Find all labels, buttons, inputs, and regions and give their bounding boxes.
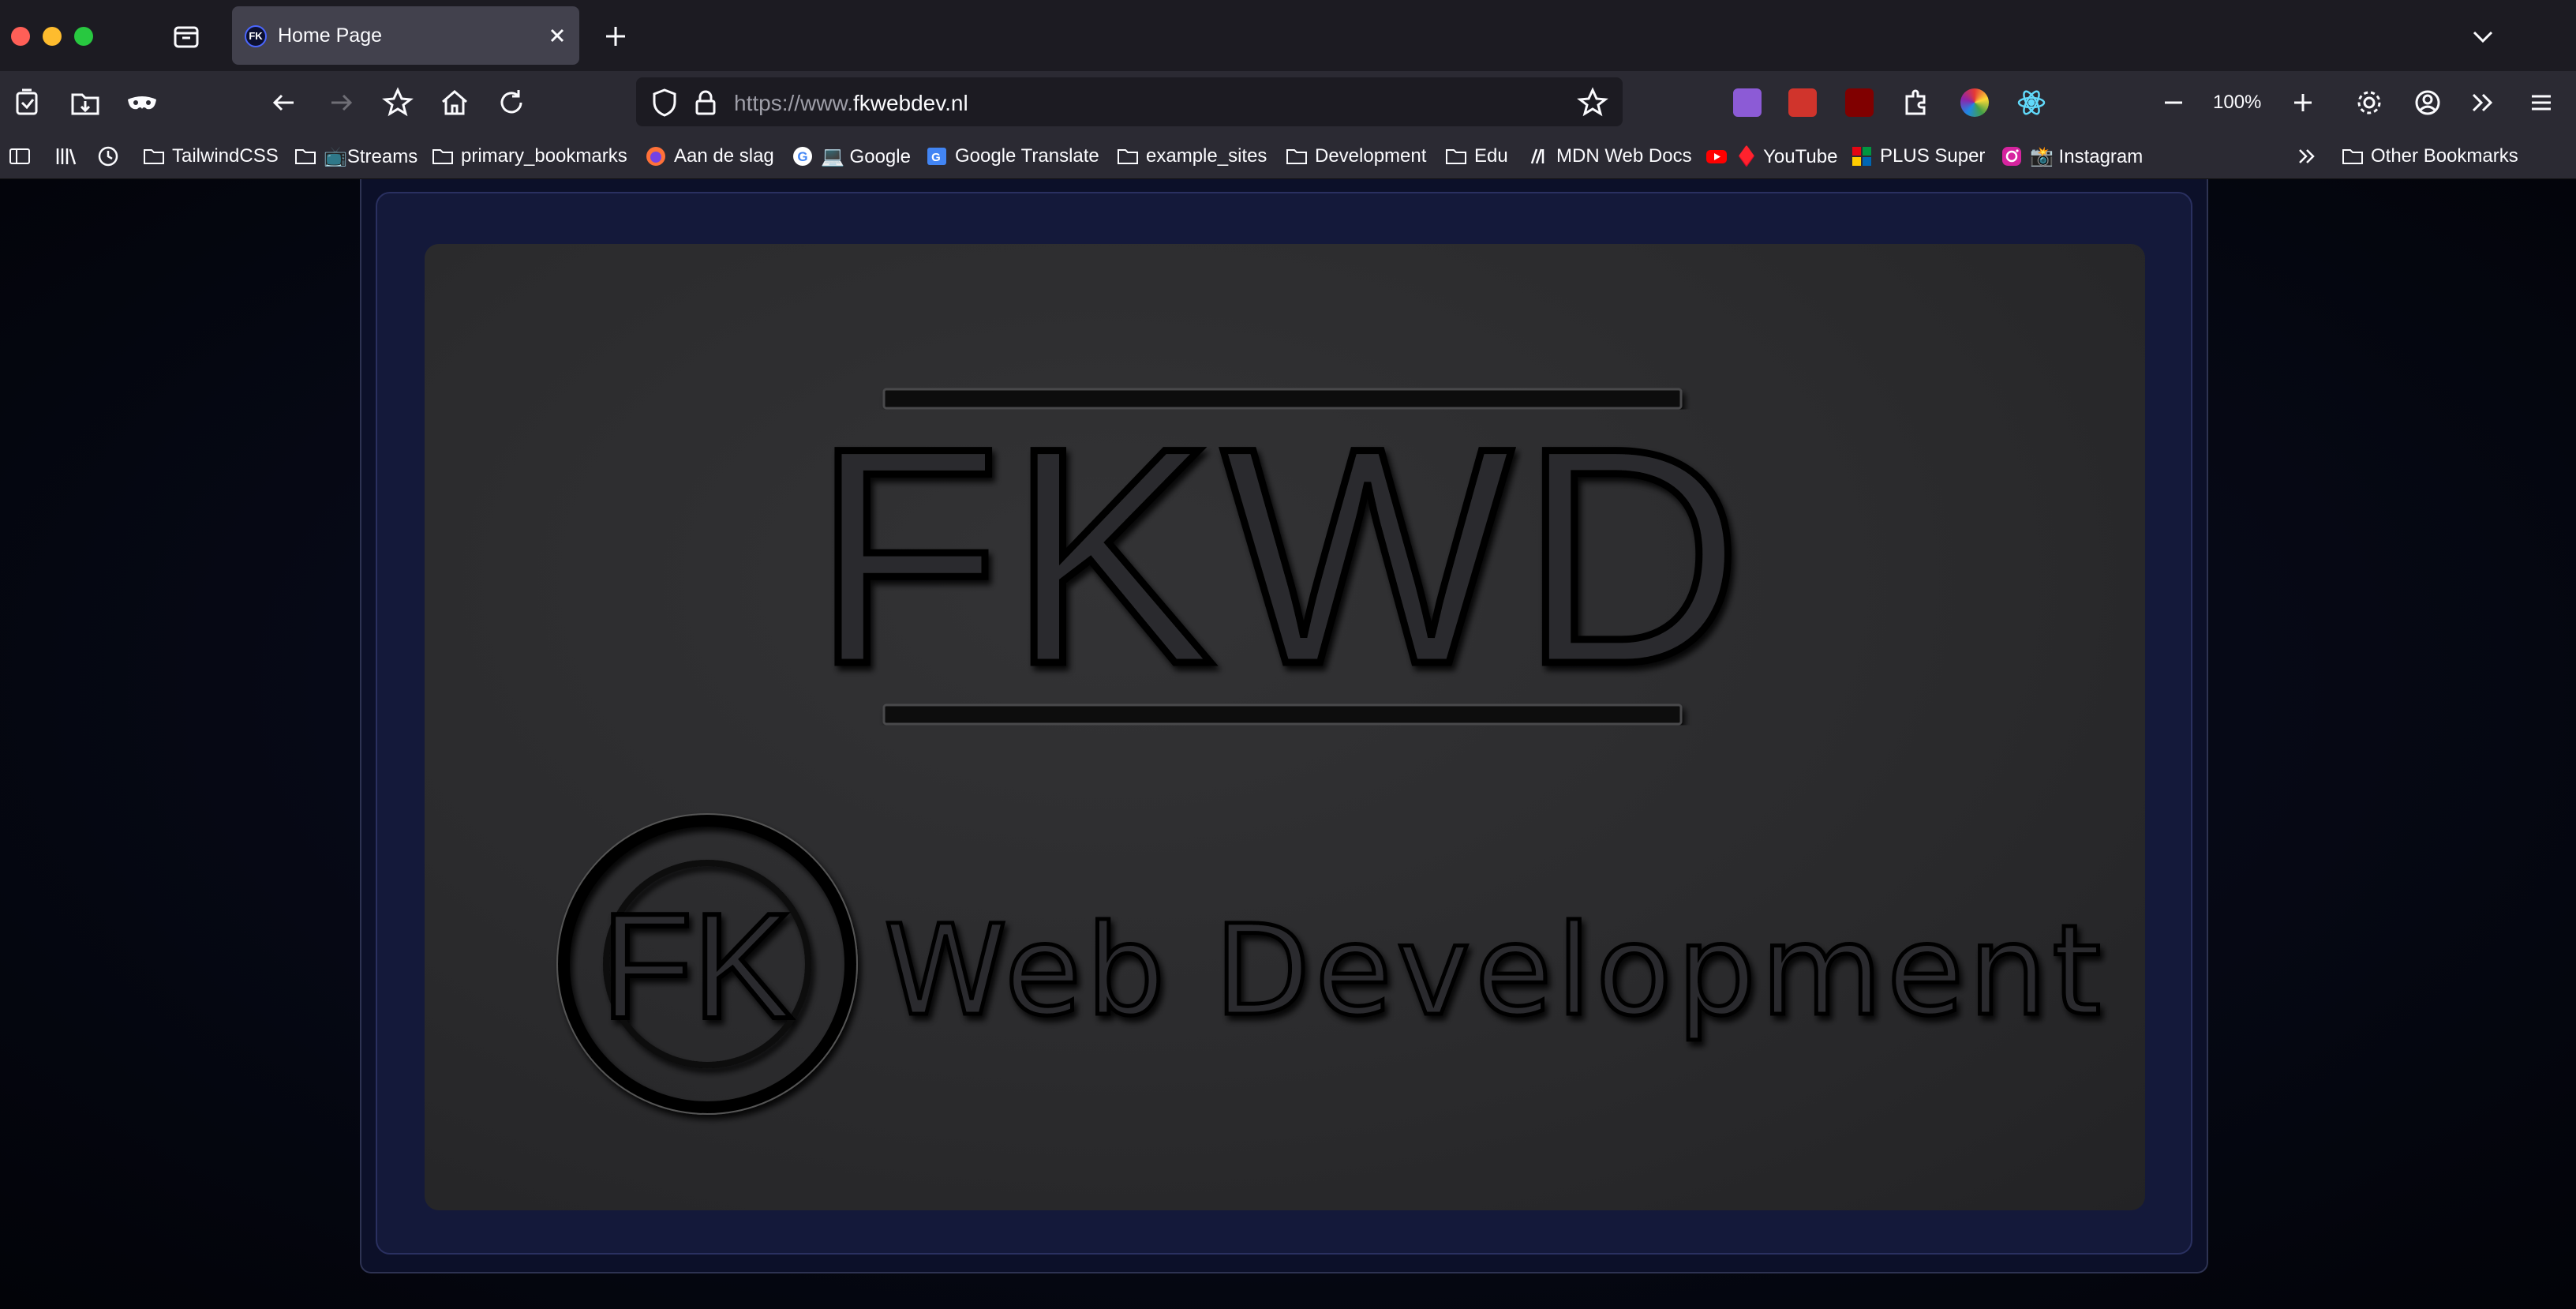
bookmark-item[interactable]: Edu bbox=[1444, 142, 1508, 171]
bottom-rule bbox=[882, 703, 1683, 726]
plus-icon bbox=[1850, 144, 1874, 168]
bookmark-item[interactable]: 📸 Instagram bbox=[2000, 142, 2143, 171]
tab-close-icon[interactable] bbox=[543, 21, 571, 50]
account-avatar-icon[interactable] bbox=[2410, 85, 2445, 120]
bookmark-item[interactable]: TailwindCSS bbox=[142, 142, 279, 171]
brand-logo: FKWD FK Web Development bbox=[556, 381, 2106, 1115]
other-bookmarks[interactable]: Other Bookmarks bbox=[2341, 142, 2518, 171]
translate-icon: G bbox=[925, 144, 949, 168]
tab-strip: FK Home Page bbox=[0, 0, 2576, 72]
extension-purple-icon[interactable] bbox=[1733, 88, 1762, 117]
emblem-text: FK bbox=[601, 883, 793, 1050]
window-minimize-button[interactable] bbox=[43, 27, 62, 46]
firefox-view-icon[interactable] bbox=[170, 21, 202, 52]
zoom-level[interactable]: 100% bbox=[2213, 92, 2261, 114]
color-picker-extension-icon[interactable] bbox=[1960, 88, 1989, 117]
zoom-out-minus-icon[interactable] bbox=[2156, 85, 2191, 120]
bookmark-manager-icon[interactable] bbox=[380, 85, 415, 120]
svg-text:G: G bbox=[931, 151, 941, 164]
url-bar[interactable]: https://www.fkwebdev.nl bbox=[636, 77, 1623, 126]
new-tab-plus-icon[interactable] bbox=[600, 21, 631, 52]
bookmark-item[interactable]: example_sites bbox=[1116, 142, 1267, 171]
lock-icon[interactable] bbox=[688, 85, 723, 120]
home-icon[interactable] bbox=[437, 85, 472, 120]
youtube-icon bbox=[1705, 144, 1728, 168]
window-maximize-button[interactable] bbox=[74, 27, 93, 46]
back-arrow-icon[interactable] bbox=[267, 85, 301, 120]
bookmark-star-icon[interactable] bbox=[1575, 85, 1610, 120]
bookmark-item[interactable]: PLUS Super bbox=[1850, 142, 1985, 171]
firefox-icon bbox=[644, 144, 668, 168]
list-all-tabs-chevron-icon[interactable] bbox=[2467, 21, 2499, 52]
svg-text:G: G bbox=[797, 149, 807, 164]
bookmark-item[interactable]: Development bbox=[1285, 142, 1426, 171]
page-viewport: FKWD FK Web Development bbox=[0, 179, 2576, 1309]
bookmark-item[interactable]: G 💻 Google bbox=[791, 142, 911, 171]
sidebar-toggle-icon[interactable] bbox=[8, 142, 38, 171]
hero-frame: FKWD FK Web Development bbox=[360, 179, 2208, 1273]
folder-icon bbox=[1285, 144, 1309, 168]
bookmark-item[interactable]: ♦️ YouTube bbox=[1705, 142, 1837, 171]
url-text[interactable]: https://www.fkwebdev.nl bbox=[734, 91, 968, 116]
navigation-toolbar: https://www.fkwebdev.nl 100% bbox=[0, 71, 2576, 134]
tagline: Web Development bbox=[884, 898, 2106, 1044]
fk-emblem-icon: FK bbox=[556, 813, 858, 1115]
more-bookmarks-chevron-icon[interactable] bbox=[2295, 142, 2325, 171]
tab-title: Home Page bbox=[278, 24, 383, 47]
library-icon[interactable] bbox=[54, 142, 84, 171]
extension-lastpass-icon[interactable] bbox=[1788, 88, 1817, 117]
bookmark-item[interactable]: G Google Translate bbox=[925, 142, 1099, 171]
forward-arrow-icon[interactable] bbox=[324, 85, 358, 120]
tab-home-page[interactable]: FK Home Page bbox=[232, 6, 579, 65]
folder-icon bbox=[1444, 144, 1468, 168]
site-favicon-icon: FK bbox=[245, 25, 267, 47]
save-to-pocket-icon[interactable] bbox=[68, 85, 103, 120]
bookmark-item[interactable]: MDN Web Docs bbox=[1526, 142, 1692, 171]
more-tools-chevron-icon[interactable] bbox=[2466, 85, 2500, 120]
hero-inner-frame: FKWD FK Web Development bbox=[376, 192, 2192, 1255]
folder-icon bbox=[294, 144, 317, 168]
folder-icon bbox=[142, 144, 166, 168]
clipboard-icon[interactable] bbox=[11, 85, 46, 120]
folder-icon bbox=[1116, 144, 1140, 168]
zoom-in-plus-icon[interactable] bbox=[2286, 85, 2320, 120]
bookmark-item[interactable]: 📺Streams bbox=[294, 142, 417, 171]
folder-icon bbox=[431, 144, 455, 168]
hamburger-menu-icon[interactable] bbox=[2524, 85, 2559, 120]
instagram-icon bbox=[2000, 144, 2024, 168]
bookmark-item[interactable]: primary_bookmarks bbox=[431, 142, 627, 171]
react-devtools-icon[interactable] bbox=[2014, 85, 2049, 120]
ublock-origin-icon[interactable] bbox=[1845, 88, 1874, 117]
extensions-puzzle-icon[interactable] bbox=[1899, 85, 1934, 120]
tracking-protection-shield-icon[interactable] bbox=[647, 85, 682, 120]
folder-icon bbox=[2341, 144, 2364, 168]
settings-gear-icon[interactable] bbox=[2352, 85, 2387, 120]
private-mask-icon[interactable] bbox=[125, 85, 159, 120]
bookmarks-toolbar: TailwindCSS 📺Streams primary_bookmarks A… bbox=[0, 134, 2576, 179]
reload-icon[interactable] bbox=[494, 85, 529, 120]
history-clock-icon[interactable] bbox=[96, 142, 126, 171]
google-icon: G bbox=[791, 144, 814, 168]
bookmark-item[interactable]: Aan de slag bbox=[644, 142, 774, 171]
window-close-button[interactable] bbox=[11, 27, 30, 46]
logo-title: FKWD bbox=[813, 384, 1750, 728]
logo-panel: FKWD FK Web Development bbox=[425, 244, 2145, 1210]
mdn-icon bbox=[1526, 144, 1550, 168]
